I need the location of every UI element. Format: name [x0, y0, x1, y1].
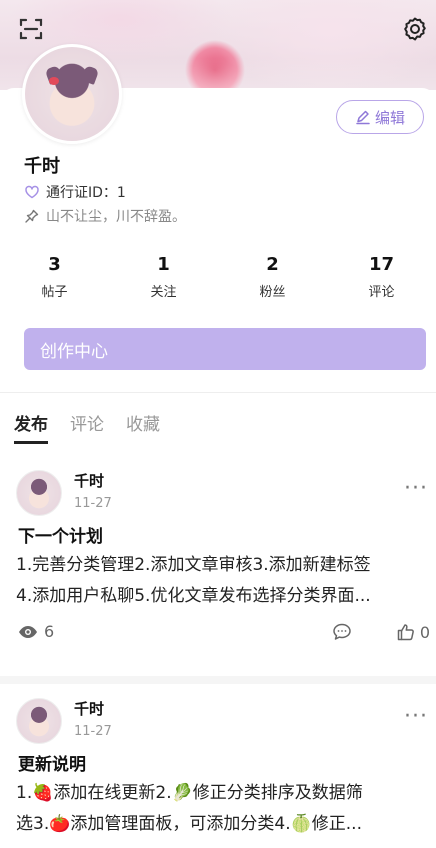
profile-stats: 3 帖子 1 关注 2 粉丝 17 评论: [0, 254, 436, 310]
like-button[interactable]: 0: [396, 622, 430, 642]
post-footer: 6 0: [0, 622, 436, 646]
heart-icon: [25, 185, 39, 199]
post-author[interactable]: 千时: [74, 698, 104, 719]
post-avatar[interactable]: [16, 470, 62, 516]
stat-label: 关注: [150, 285, 177, 300]
post-body-line: 1.完善分类管理2.添加文章审核3.添加新建标签: [16, 555, 371, 575]
gear-icon[interactable]: [400, 14, 430, 44]
stat-label: 帖子: [41, 285, 68, 300]
post-title[interactable]: 更新说明: [18, 750, 86, 775]
stat-posts[interactable]: 3 帖子: [0, 254, 109, 310]
eye-icon: [19, 625, 37, 638]
pass-id-text: 通行证ID：1: [46, 185, 126, 201]
profile-card: 编辑 千时 通行证ID：1 山不让尘，川不辞盈。 3 帖子 1 关注 2 粉丝 …: [0, 44, 436, 848]
post-card[interactable]: 千时 11-27 ··· 下一个计划 1.完善分类管理2.添加文章审核3.添加新…: [0, 470, 436, 684]
tab-published[interactable]: 发布: [14, 410, 48, 444]
content-tabs: 发布 评论 收藏: [14, 410, 160, 444]
stat-label: 粉丝: [259, 285, 286, 300]
tab-favorites[interactable]: 收藏: [126, 410, 160, 444]
more-options-icon[interactable]: ···: [404, 704, 428, 729]
post-body-line: 4.添加用户私聊5.优化文章发布选择分类界面...: [16, 586, 371, 606]
stat-comments[interactable]: 17 评论: [327, 254, 436, 310]
edit-label: 编辑: [374, 108, 405, 127]
tab-comments[interactable]: 评论: [70, 410, 104, 444]
stat-value: 17: [368, 254, 395, 275]
post-card[interactable]: 千时 11-27 ··· 更新说明 1.🍓添加在线更新2.🥬修正分类排序及数据筛…: [0, 698, 436, 848]
post-avatar[interactable]: [16, 698, 62, 744]
stat-value: 2: [266, 254, 279, 275]
bio-text: 山不让尘，川不辞盈。: [46, 209, 186, 225]
post-date: 11-27: [74, 724, 112, 739]
pin-icon: [25, 209, 39, 223]
stat-followers[interactable]: 2 粉丝: [218, 254, 327, 310]
avatar[interactable]: [22, 44, 122, 144]
post-date: 11-27: [74, 496, 112, 511]
post-body[interactable]: 1.完善分类管理2.添加文章审核3.添加新建标签 4.添加用户私聊5.优化文章发…: [16, 550, 432, 612]
more-options-icon[interactable]: ···: [404, 476, 428, 501]
edit-profile-button[interactable]: 编辑: [336, 100, 424, 134]
post-title[interactable]: 下一个计划: [18, 522, 103, 547]
post-body-line: 选3.🍅添加管理面板，可添加分类4.🍈修正...: [16, 814, 362, 834]
post-author[interactable]: 千时: [74, 470, 104, 491]
scan-icon[interactable]: [16, 14, 46, 44]
stat-label: 评论: [368, 285, 395, 300]
views-value: 6: [44, 622, 55, 641]
post-body[interactable]: 1.🍓添加在线更新2.🥬修正分类排序及数据筛 选3.🍅添加管理面板，可添加分类4…: [16, 778, 432, 840]
comment-icon[interactable]: [332, 622, 352, 646]
stat-following[interactable]: 1 关注: [109, 254, 218, 310]
section-divider: [0, 392, 436, 393]
bio-row: 山不让尘，川不辞盈。: [24, 206, 186, 226]
post-separator: [0, 676, 436, 684]
stat-value: 3: [48, 254, 61, 275]
views-count: 6: [18, 622, 54, 641]
post-body-line: 1.🍓添加在线更新2.🥬修正分类排序及数据筛: [16, 783, 363, 803]
pencil-icon: [356, 110, 370, 125]
thumbs-up-icon: [397, 624, 414, 641]
likes-value: 0: [419, 622, 430, 642]
creator-center-button[interactable]: 创作中心: [24, 328, 426, 370]
stat-value: 1: [157, 254, 170, 275]
username: 千时: [24, 156, 60, 177]
pass-id-row: 通行证ID：1: [24, 182, 126, 202]
